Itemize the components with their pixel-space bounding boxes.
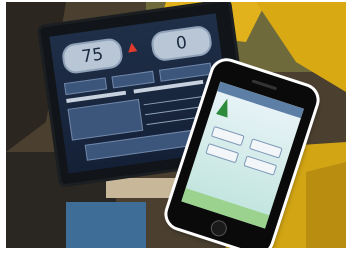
app-button bbox=[243, 155, 278, 176]
monitor-gauge-right: 0 bbox=[149, 24, 214, 63]
app-button bbox=[248, 138, 283, 159]
tree-icon bbox=[216, 96, 234, 118]
monitor-panel bbox=[67, 98, 144, 141]
monitor-panel bbox=[158, 62, 213, 82]
phone-speaker bbox=[251, 79, 278, 91]
monitor-panel bbox=[111, 70, 155, 89]
monitor-panel bbox=[63, 77, 108, 96]
monitor-gauge-left: 75 bbox=[60, 36, 125, 76]
app-button bbox=[210, 125, 245, 147]
photo-scene: 75 ▲ 0 bbox=[6, 2, 346, 248]
app-button bbox=[205, 143, 240, 164]
home-button bbox=[208, 218, 229, 239]
warning-icon: ▲ bbox=[126, 38, 138, 54]
